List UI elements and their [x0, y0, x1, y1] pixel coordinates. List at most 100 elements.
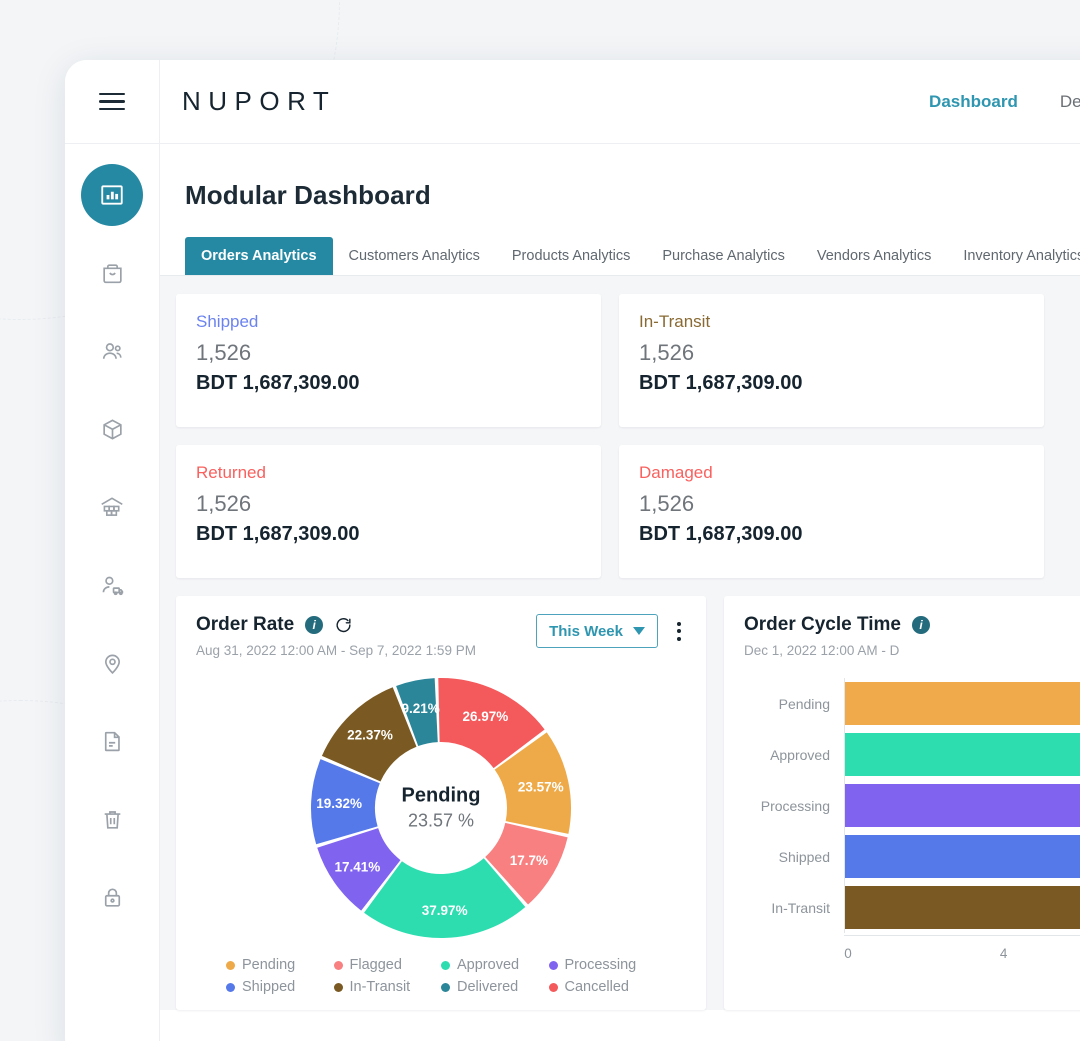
- legend-item[interactable]: Delivered: [441, 976, 549, 998]
- order-cycle-title: Order Cycle Time: [744, 614, 902, 635]
- bar[interactable]: [845, 784, 1080, 827]
- top-navigation: Dashboard Delivery Plan: [929, 92, 1080, 112]
- stat-amount: BDT 1,687,309.00: [639, 523, 803, 545]
- legend-label: Shipped: [242, 979, 296, 995]
- tab-inventory-analytics[interactable]: Inventory Analytics: [947, 237, 1080, 275]
- bar-track: [844, 831, 1080, 882]
- stat-label: Damaged: [639, 463, 713, 482]
- top-bar: NUPORT Dashboard Delivery Plan: [65, 60, 1080, 144]
- tab-products-analytics[interactable]: Products Analytics: [496, 237, 646, 275]
- sidebar-item-warehouse[interactable]: [81, 476, 143, 538]
- bar-row: Approved: [744, 729, 1080, 780]
- legend-color-dot: [333, 982, 343, 992]
- legend-item[interactable]: Pending: [226, 954, 334, 976]
- sidebar-item-orders[interactable]: [81, 242, 143, 304]
- order-rate-subtitle: Aug 31, 2022 12:00 AM - Sep 7, 2022 1:59…: [196, 643, 476, 658]
- legend-item[interactable]: Flagged: [333, 954, 442, 976]
- kebab-menu-icon[interactable]: [672, 616, 686, 647]
- donut-slice-label: 22.37%: [347, 728, 393, 743]
- stat-label: In-Transit: [639, 312, 711, 331]
- dashboard-chart-icon: [99, 182, 125, 208]
- tab-purchase-analytics[interactable]: Purchase Analytics: [646, 237, 801, 275]
- donut-slice-label: 17.7%: [510, 853, 548, 868]
- order-rate-title: Order Rate: [196, 614, 295, 635]
- range-select[interactable]: This Week: [536, 614, 658, 648]
- sidebar-item-customers[interactable]: [81, 320, 143, 382]
- stat-label: Shipped: [196, 312, 259, 331]
- bar[interactable]: [845, 733, 1080, 776]
- sidebar-item-products[interactable]: [81, 398, 143, 460]
- bar-category-label: In-Transit: [771, 899, 830, 916]
- tab-vendors-analytics[interactable]: Vendors Analytics: [801, 237, 947, 275]
- main-content: Modular Dashboard Orders Analytics Custo…: [160, 144, 1080, 1041]
- stat-card-damaged[interactable]: Damaged 1,526 BDT 1,687,309.00: [619, 445, 1044, 578]
- stat-card-in-transit[interactable]: In-Transit 1,526 BDT 1,687,309.00: [619, 294, 1044, 427]
- stat-card-returned[interactable]: Returned 1,526 BDT 1,687,309.00: [176, 445, 601, 578]
- warehouse-icon: [99, 494, 125, 520]
- page-title: Modular Dashboard: [185, 180, 431, 210]
- order-cycle-header: Order Cycle Time i Dec 1, 2022 12:00 AM …: [744, 614, 1080, 658]
- bar-track: [844, 780, 1080, 831]
- tab-orders-analytics[interactable]: Orders Analytics: [185, 237, 333, 275]
- order-cycle-bars: Pending Approved Processing Shipped In-Trans…: [744, 678, 1080, 933]
- brand-logo: NUPORT: [182, 86, 337, 116]
- donut-slice-label: 9.21%: [402, 701, 440, 716]
- stat-count: 1,526: [639, 491, 695, 516]
- tab-customers-analytics[interactable]: Customers Analytics: [333, 237, 496, 275]
- shopping-bag-icon: [100, 261, 125, 286]
- bar-row: Shipped: [744, 831, 1080, 882]
- legend-item[interactable]: Shipped: [226, 976, 334, 998]
- legend-color-dot: [441, 982, 450, 992]
- bar-row: Processing: [744, 780, 1080, 831]
- donut-slice-label: 23.57%: [518, 780, 564, 795]
- info-icon[interactable]: i: [912, 616, 931, 634]
- stat-cards-area: Shipped 1,526 BDT 1,687,309.00 In-Transi…: [160, 276, 1080, 596]
- bar-category-label: Shipped: [778, 848, 830, 865]
- order-cycle-subtitle: Dec 1, 2022 12:00 AM - D: [744, 643, 900, 658]
- order-rate-card: Order Rate i Aug 31, 2022 12:00 AM - Sep…: [176, 596, 706, 1010]
- stat-card-shipped[interactable]: Shipped 1,526 BDT 1,687,309.00: [176, 294, 601, 427]
- legend-item[interactable]: Cancelled: [548, 976, 657, 998]
- legend-item[interactable]: Processing: [548, 954, 657, 976]
- range-select-label: This Week: [549, 622, 623, 640]
- bar[interactable]: 600: [845, 886, 1080, 929]
- bar[interactable]: [845, 835, 1080, 878]
- legend-item[interactable]: In-Transit: [333, 976, 442, 998]
- bar[interactable]: [845, 682, 1080, 725]
- stat-cards-grid: Shipped 1,526 BDT 1,687,309.00 In-Transi…: [160, 294, 1060, 578]
- x-axis-tick: 0: [844, 946, 852, 961]
- sidebar-item-vendors[interactable]: [81, 554, 143, 616]
- document-icon: [100, 729, 125, 754]
- sidebar-item-locations[interactable]: [81, 632, 143, 694]
- product-box-icon: [100, 417, 125, 442]
- chevron-down-icon: [633, 627, 645, 635]
- donut-center-label: Pending 23.57 %: [366, 785, 516, 832]
- hamburger-cell: [65, 60, 160, 144]
- legend-label: Cancelled: [564, 979, 630, 995]
- sidebar-item-dashboard[interactable]: [81, 164, 143, 226]
- nav-link-delivery-plan[interactable]: Delivery Plan: [1060, 92, 1080, 112]
- donut-slice-label: 17.41%: [335, 859, 381, 874]
- info-icon[interactable]: i: [305, 616, 324, 634]
- charts-row: Order Rate i Aug 31, 2022 12:00 AM - Sep…: [160, 596, 1080, 1010]
- stat-label: Returned: [196, 463, 266, 482]
- vendor-delivery-icon: [100, 573, 125, 598]
- legend-color-dot: [548, 982, 558, 992]
- app-window: NUPORT Dashboard Delivery Plan: [65, 60, 1080, 1041]
- refresh-icon[interactable]: [334, 616, 353, 635]
- sidebar-item-trash[interactable]: [81, 788, 143, 850]
- donut-legend: Pending Flagged Approved Processing Shipped I…: [226, 954, 656, 998]
- nav-link-dashboard[interactable]: Dashboard: [929, 92, 1018, 112]
- legend-label: Pending: [242, 957, 296, 973]
- legend-color-dot: [441, 960, 450, 970]
- bar-row: Pending: [744, 678, 1080, 729]
- sidebar-item-documents[interactable]: [81, 710, 143, 772]
- legend-color-dot: [548, 960, 558, 970]
- left-sidebar: [65, 144, 160, 1041]
- donut-slice-label: 26.97%: [463, 709, 509, 724]
- hamburger-icon[interactable]: [99, 92, 125, 111]
- stat-count: 1,526: [196, 340, 252, 365]
- legend-item[interactable]: Approved: [441, 954, 549, 976]
- sidebar-item-security[interactable]: [81, 866, 143, 928]
- legend-label: Delivered: [457, 979, 519, 995]
